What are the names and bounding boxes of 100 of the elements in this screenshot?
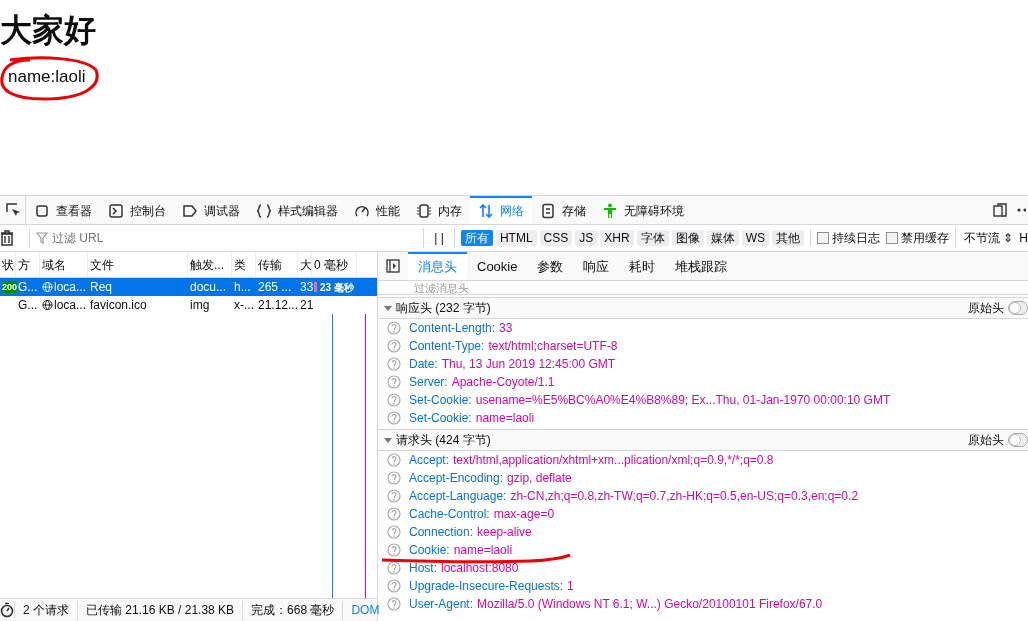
table-cell-text: 21 bbox=[300, 297, 314, 314]
status-text[interactable]: DOM bbox=[351, 603, 380, 617]
header-value: localhost:8080 bbox=[441, 560, 519, 577]
column-header[interactable]: 传输 bbox=[258, 255, 282, 274]
dock-icon[interactable] bbox=[992, 202, 1008, 218]
column-header[interactable]: 状 bbox=[2, 255, 14, 274]
type-filter-button[interactable]: 图像 bbox=[671, 230, 704, 246]
header-value: 1 bbox=[567, 578, 574, 595]
help-icon[interactable] bbox=[387, 489, 401, 503]
header-value: Apache-Coyote/1.1 bbox=[451, 374, 555, 391]
toggle-switch[interactable] bbox=[1008, 433, 1028, 447]
section-title[interactable]: 响应头 (232 字节) bbox=[396, 299, 491, 317]
triangle-down-icon[interactable] bbox=[384, 304, 392, 312]
devtools-tab[interactable]: 内存 bbox=[408, 196, 470, 224]
table-cell-text: h... bbox=[234, 279, 251, 296]
header-name: Cache-Control: bbox=[409, 506, 490, 523]
status-text: 2 个请求 bbox=[23, 603, 69, 617]
header-value: keep-alive bbox=[477, 524, 532, 541]
column-header[interactable]: 0 毫秒 bbox=[314, 255, 348, 274]
help-icon[interactable] bbox=[387, 507, 401, 521]
column-header[interactable]: 方 bbox=[18, 255, 30, 274]
detail-tab[interactable]: 参数 bbox=[527, 252, 574, 280]
table-cell-text: favicon.ico bbox=[90, 297, 147, 314]
globe-icon bbox=[42, 299, 53, 311]
column-header[interactable]: 类 bbox=[234, 255, 246, 274]
type-filter-button[interactable]: WS bbox=[741, 230, 769, 246]
stopwatch-icon bbox=[0, 602, 14, 618]
devtools-tab[interactable]: 调试器 bbox=[174, 196, 248, 224]
header-value: name=laoli bbox=[453, 542, 513, 559]
toggle-switch[interactable] bbox=[1008, 301, 1028, 315]
header-value: gzip, deflate bbox=[507, 470, 572, 487]
pause-button[interactable]: | | bbox=[434, 229, 444, 247]
help-icon[interactable] bbox=[387, 543, 401, 557]
header-name: Accept-Language: bbox=[409, 488, 507, 505]
devtools-tab[interactable]: 网络 bbox=[470, 196, 532, 224]
table-cell-text: 33 bbox=[300, 279, 314, 296]
type-filter-button[interactable]: 媒体 bbox=[706, 230, 739, 246]
help-icon[interactable] bbox=[387, 375, 401, 389]
header-name: Content-Type: bbox=[409, 338, 485, 355]
table-cell-text: img bbox=[190, 297, 210, 314]
help-icon[interactable] bbox=[387, 393, 401, 407]
checkbox-label: 禁用缓存 bbox=[901, 230, 949, 247]
type-filter-button[interactable]: 其他 bbox=[772, 230, 804, 246]
help-icon[interactable] bbox=[387, 411, 401, 425]
type-filter-button[interactable]: CSS bbox=[539, 230, 573, 246]
trash-icon[interactable] bbox=[0, 230, 14, 246]
request-row[interactable]: 200G... loca... Req docu... h... 265 ... 33 23 毫秒 bbox=[0, 278, 377, 296]
column-header[interactable]: 触发... bbox=[190, 255, 224, 274]
status-text: 已传输 21.16 KB / 21.38 KB bbox=[86, 603, 235, 617]
table-cell-text: docu... bbox=[190, 279, 227, 296]
raw-headers-label: 原始头 bbox=[968, 300, 1004, 317]
help-icon[interactable] bbox=[387, 357, 401, 371]
help-icon[interactable] bbox=[387, 453, 401, 467]
table-cell-text: 21.12... bbox=[258, 297, 299, 314]
header-value: Mozilla/5.0 (Windows NT 6.1; W...) Gecko/20100101 Firefox/67.0 bbox=[477, 596, 823, 613]
help-icon[interactable] bbox=[387, 321, 401, 335]
devtools-tab[interactable]: 控制台 bbox=[100, 196, 174, 224]
checkbox-label: 持续日志 bbox=[832, 230, 880, 247]
type-filter-button[interactable]: 所有 bbox=[460, 230, 493, 246]
detail-tab[interactable]: 消息头 bbox=[408, 252, 467, 280]
header-name: Upgrade-Insecure-Requests: bbox=[409, 578, 564, 595]
header-value: Thu, 13 Jun 2019 12:45:00 GMT bbox=[441, 356, 616, 373]
header-name: Date: bbox=[409, 356, 438, 373]
type-filter-button[interactable]: 字体 bbox=[636, 230, 669, 246]
type-filter-button[interactable]: HTML bbox=[495, 230, 537, 246]
detail-tab[interactable]: 耗时 bbox=[619, 252, 666, 280]
checkbox[interactable] bbox=[886, 232, 898, 244]
devtools-tab[interactable]: 无障碍环境 bbox=[594, 196, 692, 224]
column-header[interactable]: 文件 bbox=[90, 255, 114, 274]
toolbar-text: H bbox=[1019, 230, 1028, 247]
element-picker-icon[interactable] bbox=[4, 202, 21, 218]
section-title[interactable]: 请求头 (424 字节) bbox=[396, 431, 491, 449]
help-icon[interactable] bbox=[387, 471, 401, 485]
header-name: Connection: bbox=[409, 524, 474, 541]
panel-toggle-icon[interactable] bbox=[386, 259, 400, 273]
help-icon[interactable] bbox=[387, 597, 401, 611]
detail-tab[interactable]: 堆栈跟踪 bbox=[665, 252, 738, 280]
devtools-tab[interactable]: 存储 bbox=[532, 196, 594, 224]
url-filter-field[interactable]: 过滤 URL bbox=[30, 229, 330, 247]
throttle-dropdown[interactable]: 不节流 ⇕ bbox=[964, 229, 1014, 247]
type-filter-button[interactable]: XHR bbox=[600, 230, 634, 246]
devtools-tab[interactable]: 性能 bbox=[346, 196, 408, 224]
column-header[interactable]: 大 bbox=[300, 255, 311, 274]
devtools-tab[interactable]: 样式编辑器 bbox=[248, 196, 346, 224]
triangle-down-icon[interactable] bbox=[384, 436, 392, 444]
checkbox[interactable] bbox=[817, 232, 829, 244]
header-value: text/html,application/xhtml+xm...plication/xml;q=0.9,*/*;q=0.8 bbox=[453, 452, 774, 469]
devtools-tab[interactable]: 查看器 bbox=[26, 196, 100, 224]
help-icon[interactable] bbox=[387, 339, 401, 353]
header-name: Cookie: bbox=[409, 542, 450, 559]
help-icon[interactable] bbox=[387, 579, 401, 593]
help-icon[interactable] bbox=[387, 561, 401, 575]
type-filter-button[interactable]: JS bbox=[575, 230, 598, 246]
detail-tab[interactable]: Cookie bbox=[467, 252, 528, 280]
person-icon bbox=[602, 203, 618, 219]
header-value: usename=%E5%BC%A0%E4%B8%89; Ex...Thu, 01-Jan-1970 00:00:10 GMT bbox=[475, 392, 891, 409]
page-heading: 大家好 bbox=[0, 11, 96, 50]
help-icon[interactable] bbox=[387, 525, 401, 539]
detail-tab[interactable]: 响应 bbox=[573, 252, 620, 280]
column-header[interactable]: 域名 bbox=[42, 255, 66, 274]
